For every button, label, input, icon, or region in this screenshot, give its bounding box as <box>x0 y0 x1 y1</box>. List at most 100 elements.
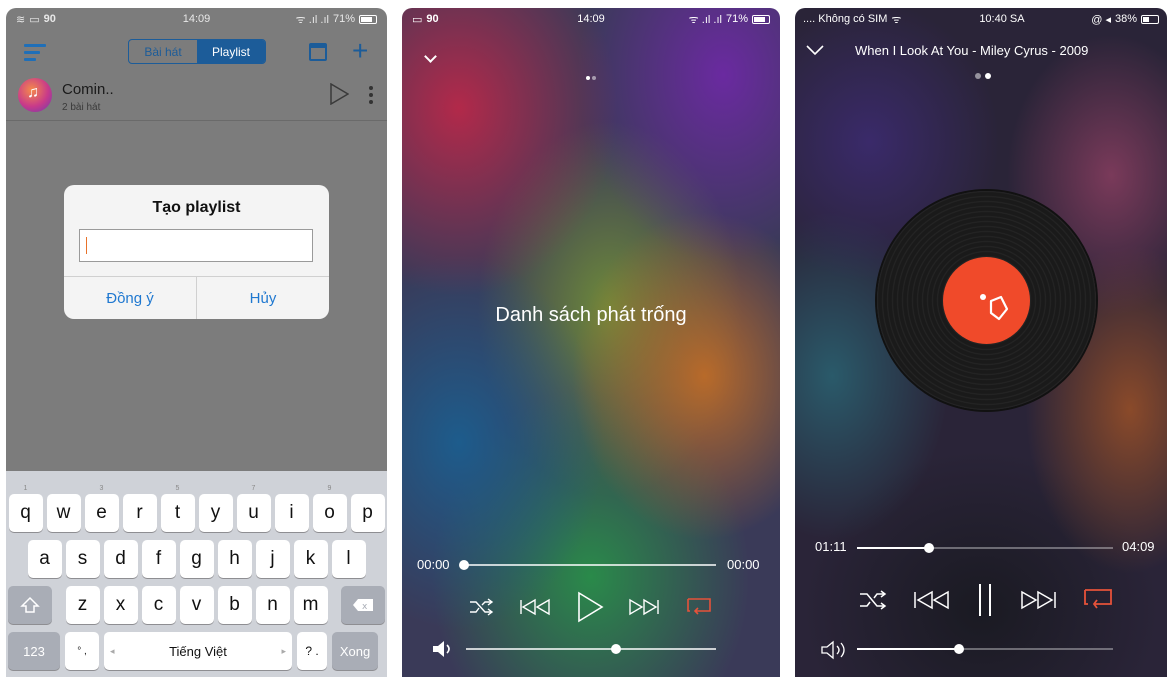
key-label: w <box>56 502 71 523</box>
shuffle-icon[interactable] <box>468 597 494 617</box>
more-icon[interactable] <box>368 85 374 105</box>
next-icon[interactable] <box>1019 589 1057 611</box>
cancel-button[interactable]: Hủy <box>197 277 329 319</box>
shift-key[interactable] <box>8 586 52 624</box>
key-g[interactable]: g <box>179 540 214 578</box>
image-icon: ▭ <box>29 13 40 26</box>
vinyl-label <box>943 257 1030 344</box>
collapse-chevron-icon[interactable] <box>424 50 437 63</box>
previous-icon[interactable] <box>913 589 951 611</box>
key-c[interactable]: c <box>141 586 176 624</box>
add-icon[interactable]: + <box>352 37 368 65</box>
key-d[interactable]: d <box>103 540 138 578</box>
duration-time: 04:09 <box>1122 539 1155 554</box>
key-label: e <box>96 502 107 523</box>
key-a[interactable]: a <box>27 540 62 578</box>
calendar-icon[interactable] <box>309 43 327 61</box>
tab-songs[interactable]: Bài hát <box>129 40 197 63</box>
confirm-button[interactable]: Đồng ý <box>64 277 197 319</box>
next-icon[interactable] <box>628 597 660 617</box>
key-j[interactable]: j <box>255 540 290 578</box>
status-time: 14:09 <box>577 13 605 25</box>
signal-icon: ᯤ .ıl .ıl <box>688 13 722 26</box>
key-u[interactable]: 7u <box>236 485 271 532</box>
repeat-icon[interactable] <box>685 596 713 618</box>
seek-knob[interactable] <box>459 560 469 570</box>
numbers-key[interactable]: 123 <box>8 632 60 670</box>
seek-bar[interactable] <box>464 564 716 566</box>
key-v[interactable]: v <box>179 586 214 624</box>
key-label: s <box>77 548 88 569</box>
key-m[interactable]: m <box>293 586 328 624</box>
keyboard: 1qw3er5ty7ui9op asdfghjkl zxcvbnm x 123 … <box>6 471 387 677</box>
battery-percent: 71% <box>725 13 748 25</box>
key-k[interactable]: k <box>293 540 328 578</box>
shuffle-icon[interactable] <box>858 588 888 612</box>
tag-icon <box>980 294 1009 321</box>
signal-icon: ᯤ .ıl .ıl <box>295 13 329 26</box>
create-playlist-screen: ≋ ▭ 90 14:09 ᯤ .ıl .ıl 71% Bài hát Playlist… <box>6 8 387 677</box>
key-q[interactable]: 1q <box>8 485 43 532</box>
play-icon[interactable] <box>576 591 604 623</box>
volume-icon[interactable] <box>821 640 849 665</box>
key-label: t <box>174 502 181 523</box>
empty-player-screen: ▭ 90 14:09 ᯤ .ıl .ıl 71% Danh sách phát tr… <box>402 8 780 677</box>
location-icon: @ ◂ <box>1091 13 1111 26</box>
volume-bar[interactable] <box>466 648 716 650</box>
key-x[interactable]: x <box>103 586 138 624</box>
playlist-subtitle: 2 bài hát <box>62 102 101 113</box>
previous-icon[interactable] <box>519 597 551 617</box>
key-z[interactable]: z <box>65 586 100 624</box>
status-bar: ▭ 90 14:09 ᯤ .ıl .ıl 71% <box>402 8 780 30</box>
playback-controls <box>858 580 1114 620</box>
key-s[interactable]: s <box>65 540 100 578</box>
repeat-icon[interactable] <box>1082 587 1114 613</box>
now-playing-screen: .... Không có SIM ᯤ 10:40 SA @ ◂ 38% When … <box>795 8 1167 677</box>
done-key[interactable]: Xong <box>332 632 378 670</box>
key-p[interactable]: p <box>350 494 385 532</box>
elapsed-time: 01:11 <box>815 539 847 554</box>
playlist-row[interactable]: Comin.. 2 bài hát <box>6 75 387 121</box>
page-indicator <box>586 76 596 80</box>
pause-icon[interactable] <box>976 582 994 618</box>
key-e[interactable]: 3e <box>84 485 119 532</box>
text-caret <box>86 237 87 254</box>
carrier-text: .... Không có SIM <box>803 13 888 25</box>
playlist-title: Comin.. <box>62 81 114 98</box>
key-b[interactable]: b <box>217 586 252 624</box>
key-label: u <box>248 502 259 523</box>
volume-knob[interactable] <box>611 644 621 654</box>
volume-knob[interactable] <box>954 644 965 654</box>
seek-knob[interactable] <box>923 543 934 553</box>
space-key[interactable]: ◂ Tiếng Việt ▸ <box>104 632 292 670</box>
menu-icon[interactable] <box>24 44 46 62</box>
key-l[interactable]: l <box>331 540 366 578</box>
collapse-chevron-icon[interactable] <box>805 44 825 56</box>
key-hint: 9 <box>327 485 332 492</box>
key-label: k <box>305 548 316 569</box>
volume-bar-fill <box>857 648 960 650</box>
key-w[interactable]: w <box>46 494 81 532</box>
key-t[interactable]: 5t <box>160 485 195 532</box>
punctuation-key[interactable]: ? . <box>297 632 327 670</box>
image-icon: ▭ <box>412 13 423 26</box>
playback-controls <box>468 590 713 624</box>
key-o[interactable]: 9o <box>312 485 347 532</box>
key-n[interactable]: n <box>255 586 290 624</box>
key-hint: 5 <box>175 485 180 492</box>
play-icon[interactable] <box>329 83 349 105</box>
backspace-key[interactable]: x <box>341 586 385 624</box>
key-h[interactable]: h <box>217 540 252 578</box>
key-f[interactable]: f <box>141 540 176 578</box>
playlist-name-input[interactable] <box>79 229 313 262</box>
key-label: d <box>115 548 126 569</box>
key-label: f <box>155 548 162 569</box>
key-r[interactable]: r <box>122 494 157 532</box>
tab-playlist[interactable]: Playlist <box>197 40 265 63</box>
song-title: When I Look At You - Miley Cyrus - 2009 <box>855 43 1089 58</box>
mic-key[interactable]: ° , <box>65 632 99 670</box>
elapsed-time: 00:00 <box>417 557 450 572</box>
volume-icon[interactable] <box>432 640 454 663</box>
key-i[interactable]: i <box>274 494 309 532</box>
key-y[interactable]: y <box>198 494 233 532</box>
